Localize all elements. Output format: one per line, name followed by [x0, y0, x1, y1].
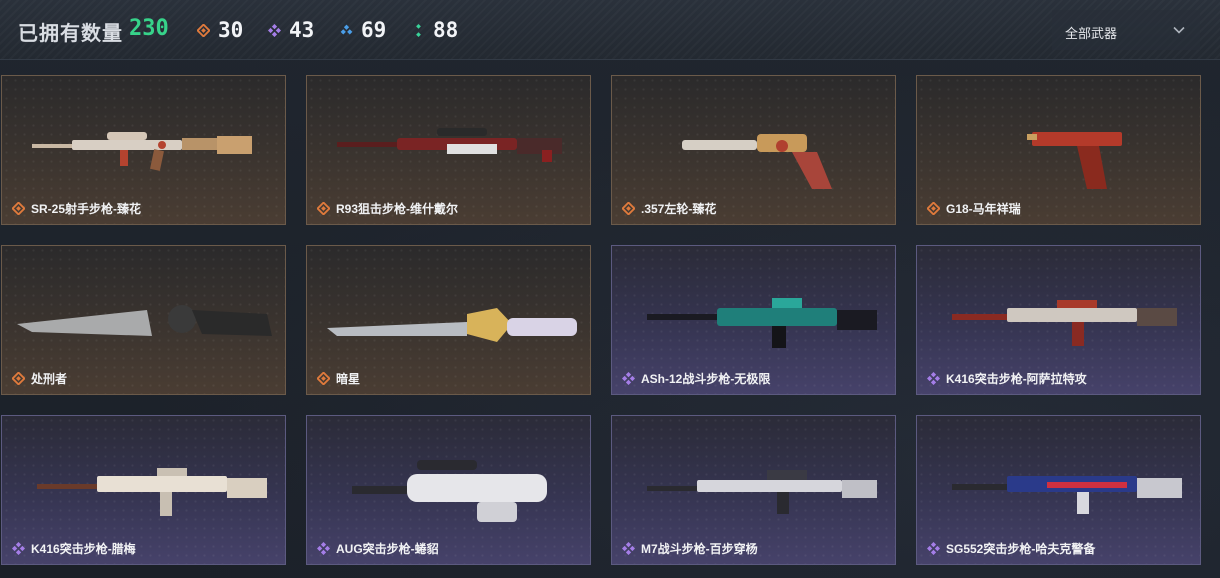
weapon-name: K416突击步枪-腊梅	[31, 541, 136, 556]
orange-diamond-icon	[622, 201, 635, 215]
orange-diamond-icon	[12, 201, 25, 215]
stat-orange-count: 30	[197, 18, 243, 42]
purple-diamond-icon	[622, 541, 635, 555]
assault-rifle-image	[952, 476, 1182, 514]
card-label: SG552突击步枪-哈夫克警备	[927, 540, 1095, 556]
orange-diamond-icon	[12, 371, 25, 385]
weapon-name: G18-马年祥瑞	[946, 201, 1021, 216]
weapon-name: M7战斗步枪-百步穿杨	[641, 541, 758, 556]
knife-image	[327, 308, 577, 342]
weapon-name: K416突击步枪-阿萨拉特攻	[946, 371, 1087, 386]
pistol-image	[1027, 132, 1122, 189]
card-label: 处刑者	[12, 370, 67, 386]
weapon-card[interactable]: K416突击步枪-腊梅	[1, 415, 286, 565]
assault-rifle-image	[352, 460, 547, 522]
card-label: AUG突击步枪-蜷貂	[317, 540, 439, 556]
stat-count: 69	[361, 18, 387, 42]
knife-image	[17, 305, 272, 336]
battle-rifle-image	[647, 470, 877, 514]
purple-diamond-icon	[622, 371, 635, 385]
blue-diamond-icon	[340, 24, 353, 35]
weapon-name: 暗星	[336, 371, 361, 386]
stat-count: 43	[289, 18, 315, 42]
weapon-card[interactable]: .357左轮-臻花	[611, 75, 896, 225]
orange-diamond-icon	[317, 371, 330, 385]
weapon-card[interactable]: SG552突击步枪-哈夫克警备	[916, 415, 1201, 565]
revolver-image	[682, 134, 832, 189]
weapon-card[interactable]: SR-25射手步枪-臻花	[1, 75, 286, 225]
chevron-down-icon	[1173, 26, 1185, 34]
orange-diamond-icon	[317, 201, 330, 215]
orange-diamond-icon	[197, 23, 210, 37]
summary-bar: 已拥有数量 230 30 43 69 88 全部武器	[0, 0, 1220, 60]
assault-rifle-image	[647, 298, 877, 348]
weapon-name: ASh-12战斗步枪-无极限	[641, 371, 771, 386]
sniper-rifle-image	[337, 128, 562, 162]
weapon-card[interactable]: 暗星	[306, 245, 591, 395]
weapon-card[interactable]: 处刑者	[1, 245, 286, 395]
weapon-filter-dropdown[interactable]: 全部武器	[1052, 10, 1200, 50]
purple-diamond-icon	[268, 23, 281, 37]
purple-diamond-icon	[927, 371, 940, 385]
green-diamond-icon	[416, 23, 421, 37]
weapon-card[interactable]: M7战斗步枪-百步穿杨	[611, 415, 896, 565]
weapon-card[interactable]: ASh-12战斗步枪-无极限	[611, 245, 896, 395]
weapon-card[interactable]: G18-马年祥瑞	[916, 75, 1201, 225]
card-label: M7战斗步枪-百步穿杨	[622, 540, 758, 556]
weapon-name: 处刑者	[31, 371, 68, 386]
weapon-name: R93狙击步枪-维什戴尔	[336, 201, 459, 216]
card-label: .357左轮-臻花	[622, 200, 716, 216]
card-label: K416突击步枪-腊梅	[12, 540, 136, 556]
filter-label: 全部武器	[1065, 26, 1118, 41]
weapon-card[interactable]: R93狙击步枪-维什戴尔	[306, 75, 591, 225]
assault-rifle-image	[952, 300, 1177, 346]
card-label: ASh-12战斗步枪-无极限	[622, 370, 770, 386]
orange-diamond-icon	[927, 201, 940, 215]
weapon-card[interactable]: K416突击步枪-阿萨拉特攻	[916, 245, 1201, 395]
stat-count: 30	[218, 18, 244, 42]
card-label: G18-马年祥瑞	[927, 200, 1021, 216]
assault-rifle-image	[37, 468, 267, 516]
stat-purple-count: 43	[268, 18, 314, 42]
weapon-name: SR-25射手步枪-臻花	[31, 201, 142, 216]
stat-green-count: 88	[412, 18, 458, 42]
card-label: SR-25射手步枪-臻花	[12, 200, 141, 216]
stat-blue-count: 69	[340, 18, 386, 42]
weapon-name: .357左轮-臻花	[641, 201, 717, 216]
card-label: R93狙击步枪-维什戴尔	[317, 200, 458, 216]
purple-diamond-icon	[12, 541, 25, 555]
purple-diamond-icon	[317, 541, 330, 555]
weapon-card[interactable]: AUG突击步枪-蜷貂	[306, 415, 591, 565]
stat-count: 88	[433, 18, 459, 42]
weapon-name: SG552突击步枪-哈夫克警备	[946, 541, 1096, 556]
owned-label: 已拥有数量	[18, 23, 123, 45]
purple-diamond-icon	[927, 541, 940, 555]
sniper-rifle-image	[32, 132, 252, 171]
card-label: K416突击步枪-阿萨拉特攻	[927, 370, 1087, 386]
card-label: 暗星	[317, 370, 360, 386]
weapon-name: AUG突击步枪-蜷貂	[336, 541, 439, 556]
owned-count: 230	[129, 16, 169, 41]
